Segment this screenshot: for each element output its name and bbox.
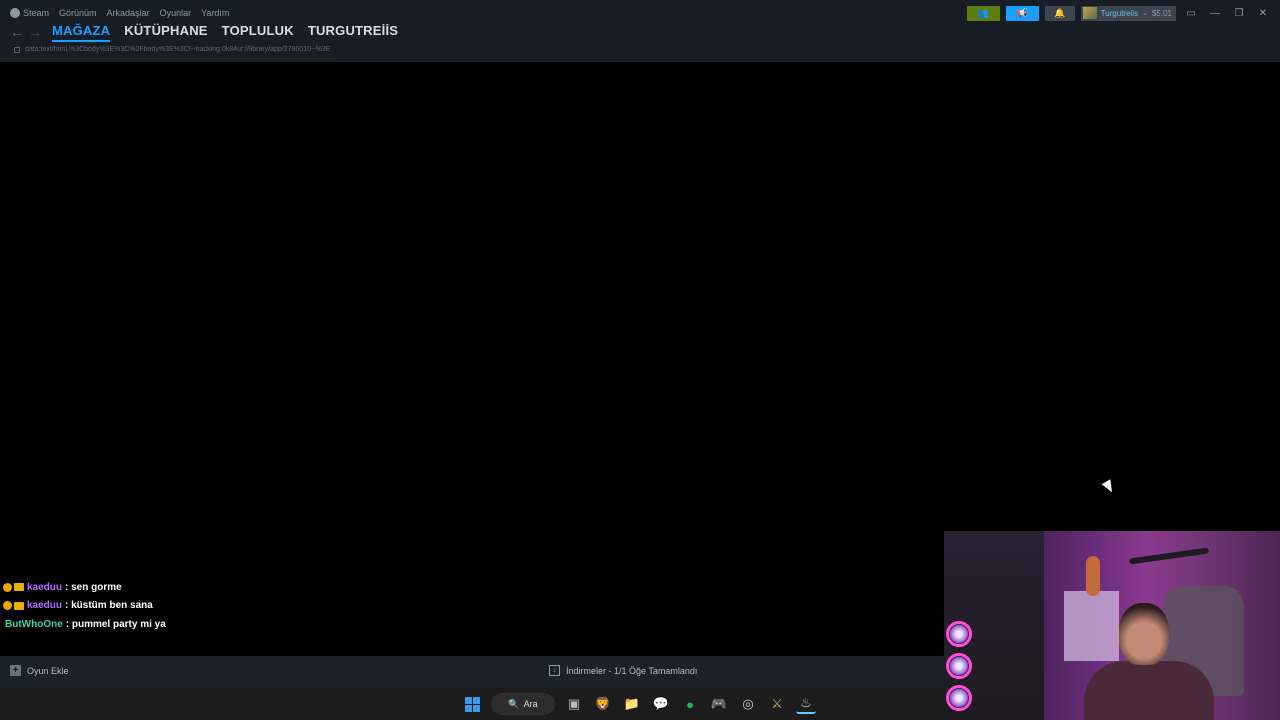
- chat-username: kaeduu: [27, 600, 63, 612]
- bell-icon: 🔔: [1053, 7, 1066, 18]
- header-actions: 👥 📢 🔔 Turgutreiis ⌄ $5.01 ▭ — ❐ ✕: [966, 5, 1272, 21]
- sub-badge-icon: [3, 601, 12, 611]
- plus-icon: +: [10, 665, 21, 676]
- chat-text: : küstüm ben sana: [65, 600, 153, 612]
- steam-logo-icon: [10, 8, 20, 18]
- rgb-fan-icon: [946, 685, 972, 711]
- spotify-icon[interactable]: ●: [680, 694, 700, 714]
- big-picture-icon[interactable]: ▭: [1182, 8, 1200, 19]
- search-icon: 🔍: [508, 698, 520, 709]
- tab-store[interactable]: MAĞAZA: [52, 23, 111, 42]
- url-text[interactable]: data:text/html,%3Cbody%3E%3C%2Fbody%3E%3…: [25, 46, 330, 53]
- file-explorer-icon[interactable]: 📁: [622, 694, 642, 714]
- forward-arrow-icon[interactable]: →: [26, 24, 44, 40]
- league-of-legends-icon[interactable]: ⚔: [767, 694, 787, 714]
- menu-help[interactable]: Yardım: [201, 8, 229, 18]
- back-arrow-icon[interactable]: ←: [8, 24, 26, 40]
- account-name: Turgutreiis: [1100, 8, 1139, 18]
- account-menu[interactable]: Turgutreiis ⌄ $5.01: [1080, 5, 1176, 21]
- streamer: [1084, 603, 1214, 720]
- stream-chat-overlay: kaeduu : sen gorme kaeduu : küstüm ben s…: [3, 578, 166, 634]
- menu-friends[interactable]: Arkadaşlar: [107, 8, 150, 18]
- megaphone-icon: 📢: [1016, 7, 1028, 18]
- chat-message: ButWhoOne : pummel party mi ya: [3, 615, 166, 634]
- taskbar-search[interactable]: 🔍 Ara: [491, 693, 555, 715]
- rgb-fan-icon: [946, 653, 972, 679]
- discord-icon[interactable]: 🎮: [709, 694, 729, 714]
- chat-text: : sen gorme: [65, 581, 122, 593]
- obs-icon[interactable]: ◎: [738, 694, 758, 714]
- chat-message: kaeduu : küstüm ben sana: [3, 597, 166, 616]
- steam-header: Steam Görünüm Arkadaşlar Oyunlar Yardım …: [0, 0, 1280, 62]
- wallet-balance: $5.01: [1151, 8, 1172, 18]
- chat-message: kaeduu : sen gorme: [3, 578, 166, 597]
- tab-library[interactable]: KÜTÜPHANE: [124, 23, 207, 42]
- steam-taskbar-icon[interactable]: ♨: [796, 694, 816, 714]
- brave-browser-icon[interactable]: 🦁: [593, 694, 613, 714]
- maximize-icon[interactable]: ❐: [1230, 8, 1248, 19]
- page-icon: [14, 46, 20, 53]
- wall-decoration: [1128, 547, 1210, 565]
- guitar: [1086, 556, 1100, 596]
- announcements-button[interactable]: 📢: [1005, 5, 1039, 21]
- crown-badge-icon: [14, 601, 24, 610]
- webcam-overlay: [944, 531, 1280, 720]
- task-view-icon[interactable]: ▣: [564, 694, 584, 714]
- download-icon: ↓: [549, 665, 560, 676]
- url-bar: data:text/html,%3Cbody%3E%3C%2Fbody%3E%3…: [14, 46, 330, 53]
- chat-username: kaeduu: [27, 581, 63, 593]
- friends-button[interactable]: 👥: [966, 5, 1000, 21]
- friends-icon: 👥: [977, 7, 989, 18]
- sub-badge-icon: [3, 582, 12, 592]
- chat-text: : pummel party mi ya: [65, 618, 166, 630]
- crown-badge-icon: [14, 583, 24, 592]
- whatsapp-icon[interactable]: 💬: [651, 694, 671, 714]
- downloads-label: İndirmeler - 1/1 Öğe Tamamlandı: [566, 665, 698, 676]
- tab-community[interactable]: TOPLULUK: [222, 23, 294, 42]
- windows-start-icon[interactable]: [462, 694, 482, 714]
- search-label: Ara: [523, 699, 538, 709]
- add-game-button[interactable]: + Oyun Ekle: [10, 665, 69, 676]
- chat-username: ButWhoOne: [5, 618, 63, 630]
- avatar: [1082, 7, 1097, 19]
- notifications-button[interactable]: 🔔: [1044, 5, 1075, 21]
- close-icon[interactable]: ✕: [1254, 8, 1272, 19]
- downloads-status[interactable]: ↓ İndirmeler - 1/1 Öğe Tamamlandı: [549, 665, 697, 676]
- navigation-bar: ← → MAĞAZA KÜTÜPHANE TOPLULUK TURGUTREİİ…: [8, 22, 398, 42]
- menu-bar: Steam Görünüm Arkadaşlar Oyunlar Yardım: [10, 6, 229, 20]
- tab-profile[interactable]: TURGUTREİİS: [308, 23, 398, 42]
- menu-games[interactable]: Oyunlar: [160, 8, 192, 18]
- add-game-label: Oyun Ekle: [27, 665, 69, 676]
- menu-view[interactable]: Görünüm: [59, 8, 97, 18]
- rgb-fan-icon: [946, 621, 972, 647]
- minimize-icon[interactable]: —: [1206, 8, 1224, 19]
- menu-steam[interactable]: Steam: [10, 8, 49, 18]
- chevron-down-icon: ⌄: [1142, 10, 1148, 17]
